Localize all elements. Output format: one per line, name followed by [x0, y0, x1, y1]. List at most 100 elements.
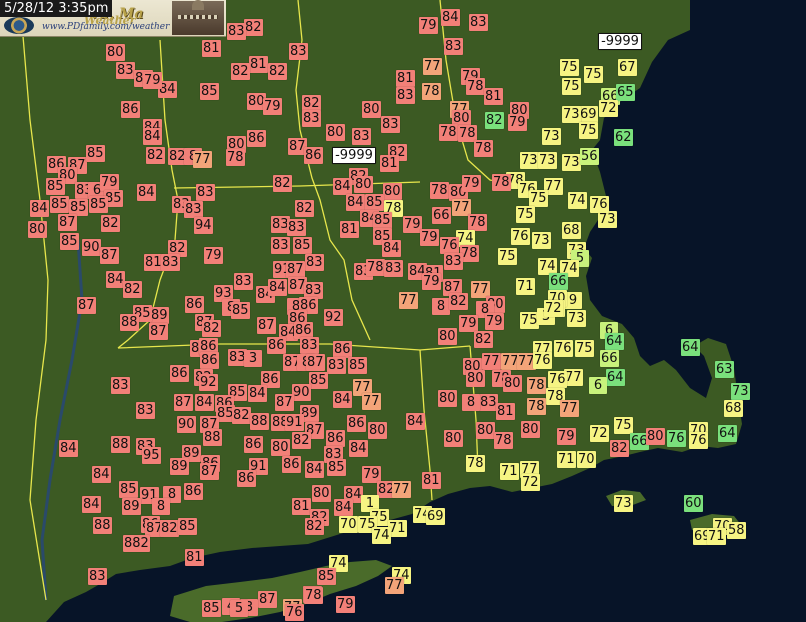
temperature-label: 69 — [426, 508, 445, 525]
temperature-label: 84 — [106, 271, 125, 288]
temperature-label: 80 — [354, 176, 373, 193]
temperature-label: 8 — [432, 298, 450, 315]
temperature-label: 5 — [230, 600, 248, 617]
temperature-label: 80 — [646, 428, 665, 445]
temperature-label: 82 — [231, 63, 250, 80]
temperature-label: 82 — [273, 175, 292, 192]
temperature-label: 76 — [511, 228, 530, 245]
temperature-label: 71 — [500, 463, 519, 480]
temperature-label: 88 — [93, 517, 112, 534]
temperature-label: 67 — [618, 59, 637, 76]
temperature-label: 68 — [562, 222, 581, 239]
temperature-label: 76 — [554, 340, 573, 357]
temperature-label: 882 — [123, 535, 150, 552]
temperature-label: 80 — [28, 221, 47, 238]
temperature-label: 79 — [403, 216, 422, 233]
temperature-label: 86 — [267, 337, 286, 354]
temperature-label: 83 — [136, 402, 155, 419]
temperature-label: 90 — [82, 239, 101, 256]
temperature-label: 85 — [89, 196, 108, 213]
temperature-label: 90 — [177, 416, 196, 433]
temperature-label: 83 — [444, 38, 463, 55]
temperature-label: 56 — [580, 148, 599, 165]
temperature-label: 85 — [46, 178, 65, 195]
temperature-label: 78 — [466, 78, 485, 95]
temperature-label: 68 — [724, 400, 743, 417]
temperature-label: 87 — [257, 317, 276, 334]
temperature-label: 79 — [143, 72, 162, 89]
temperature-label: 82 — [268, 63, 287, 80]
temperature-label: 79 — [462, 175, 481, 192]
temperature-label: 87 — [275, 394, 294, 411]
temperature-label: 80 — [438, 328, 457, 345]
temperature-label: 86 — [347, 415, 366, 432]
temperature-label: 79 — [100, 174, 119, 191]
temperature-label: 83 — [196, 184, 215, 201]
temperature-label: 82 — [449, 293, 468, 310]
temperature-label: 81 — [249, 56, 268, 73]
temperature-label: 85 — [365, 194, 384, 211]
temperature-label: 90 — [292, 384, 311, 401]
temperature-label: 73 — [562, 154, 581, 171]
temperature-label: 85 — [348, 357, 367, 374]
temperature-label: 87 — [286, 261, 305, 278]
temperature-label: 6 — [589, 377, 607, 394]
temperature-label: 65 — [616, 84, 635, 101]
temperature-label: 62 — [614, 129, 633, 146]
temperature-label: 87 — [77, 297, 96, 314]
temperature-label: 85 — [50, 196, 69, 213]
temperature-label: 78 — [527, 377, 546, 394]
temperature-label: 84 — [30, 200, 49, 217]
temperature-label: 79 — [422, 273, 441, 290]
temperature-label: 83 — [352, 128, 371, 145]
temperature-label: 85 — [202, 600, 221, 617]
temperature-label: 94 — [194, 217, 213, 234]
temperature-label: 81 — [185, 549, 204, 566]
temperature-label: 80 — [362, 101, 381, 118]
temperature-label: 83 — [116, 62, 135, 79]
temperature-label: -9999 — [598, 33, 642, 50]
temperature-label: 78 — [474, 140, 493, 157]
temperature-label: 80 — [444, 430, 463, 447]
temperature-label: 75 — [560, 59, 579, 76]
temperature-label: 64 — [606, 369, 625, 386]
temperature-label: 75 — [516, 206, 535, 223]
temperature-label: 76 — [689, 432, 708, 449]
temperature-label: 75 — [520, 312, 539, 329]
temperature-label: 82 — [485, 112, 504, 129]
temperature-label: -9999 — [332, 147, 376, 164]
temperature-label: 82 — [474, 331, 493, 348]
temperature-label: 72 — [521, 474, 540, 491]
temperature-label: 86 — [333, 341, 352, 358]
temperature-label: 81 — [202, 40, 221, 57]
temperature-label: 75 — [498, 248, 517, 265]
temperature-label: 71 — [516, 278, 535, 295]
temperature-label: 79 — [508, 114, 527, 131]
temperature-label: 8 — [462, 394, 480, 411]
temperature-label: 73 — [614, 495, 633, 512]
temperature-label: 75 — [614, 417, 633, 434]
temperature-label: 82 — [123, 281, 142, 298]
temperature-label: 82 — [305, 518, 324, 535]
temperature-label: 84 — [333, 178, 352, 195]
town-seal-icon — [4, 17, 34, 34]
temperature-label: 83 — [300, 337, 319, 354]
temperature-label: 83 — [444, 253, 463, 270]
temperature-label: 72 — [544, 300, 563, 317]
temperature-label: 86 — [247, 130, 266, 147]
temperature-label: 87 — [100, 247, 119, 264]
temperature-label: 83 — [287, 219, 306, 236]
temperature-label: 72 — [599, 100, 618, 117]
temperature-label: 80 — [521, 421, 540, 438]
temperature-label: 78 — [492, 174, 511, 191]
temperature-label: 86 — [185, 296, 204, 313]
temperature-label: 89 — [170, 458, 189, 475]
temperature-label: 85 — [86, 145, 105, 162]
temperature-label: 75 — [575, 340, 594, 357]
temperature-label: 74 — [372, 527, 391, 544]
temperature-label: 86 — [237, 470, 256, 487]
temperature-label: 85 — [119, 481, 138, 498]
temperature-label: 76 — [533, 352, 552, 369]
temperature-label: 70 — [339, 516, 358, 533]
temperature-label: 73 — [731, 383, 750, 400]
